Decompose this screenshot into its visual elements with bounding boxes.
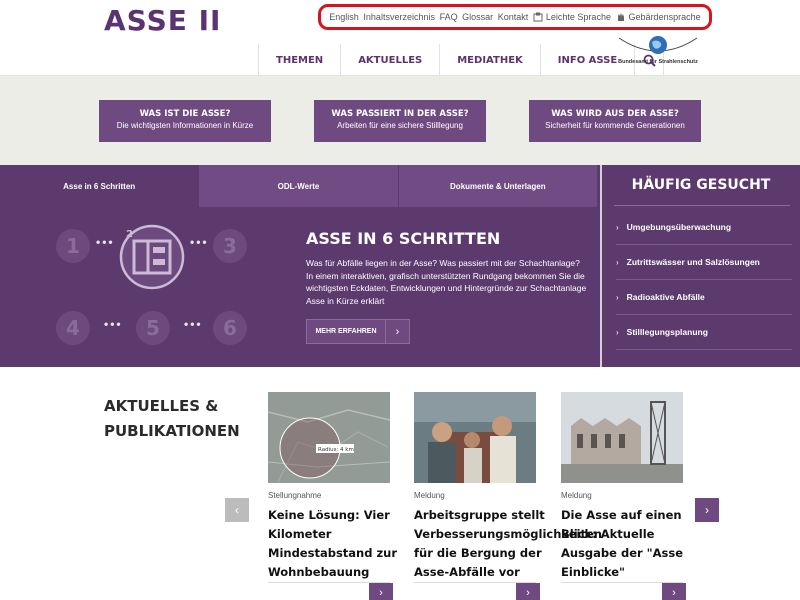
teaser-subtitle: Arbeiten für eine sichere Stilllegung: [337, 121, 463, 130]
news-title[interactable]: Keine Lösung: Vier Kilometer Mindestabst…: [268, 506, 414, 582]
mehr-erfahren-button[interactable]: MEHR ERFAHREN ›: [306, 319, 410, 344]
teaser-title: WAS WIRD AUS DER ASSE?: [551, 109, 679, 119]
bfs-logo[interactable]: Bundesamt für Strahlenschutz: [611, 34, 705, 70]
chevron-right-icon: ›: [616, 327, 619, 337]
step-6: 6: [213, 311, 247, 345]
step-dots: •••: [190, 235, 209, 249]
bfs-globe-icon: [618, 36, 698, 54]
service-navigation: English Inhaltsverzeichnis FAQ Glossar K…: [318, 4, 712, 30]
service-link-glossar[interactable]: Glossar: [462, 12, 493, 22]
teaser-was-wird-aus[interactable]: WAS WIRD AUS DER ASSE? Sicherheit für ko…: [529, 100, 701, 142]
teaser-title: WAS IST DIE ASSE?: [139, 109, 231, 119]
teaser-was-passiert[interactable]: WAS PASSIERT IN DER ASSE? Arbeiten für e…: [314, 100, 486, 142]
news-card[interactable]: Radius: 4 km Stellungnahme Keine Lösung:…: [268, 392, 397, 582]
news-category: Meldung: [414, 491, 445, 500]
tab-asse-in-6-schritten[interactable]: Asse in 6 Schritten: [0, 165, 200, 207]
steps-graphic[interactable]: 1 ••• 3 ••• 4 ••• 5 ••• 6 2: [52, 223, 252, 353]
nav-item-themen[interactable]: THEMEN: [258, 44, 340, 76]
six-steps-title: ASSE IN 6 SCHRITTEN: [306, 229, 501, 248]
service-link-english[interactable]: English: [329, 12, 359, 22]
easy-language-icon: [533, 12, 543, 22]
nav-item-aktuelles[interactable]: AKTUELLES: [340, 44, 439, 76]
step-4: 4: [56, 311, 90, 345]
step-2-highlight-icon: 2: [119, 224, 185, 290]
workers-photo: [414, 392, 536, 483]
feature-tabs: Asse in 6 Schritten ODL-Werte Dokumente …: [0, 165, 598, 207]
teaser-was-ist-die-asse[interactable]: WAS IST DIE ASSE? Die wichtigsten Inform…: [99, 100, 271, 142]
step-dots: •••: [104, 317, 123, 331]
news-card[interactable]: Meldung Die Asse auf einen Blick: Aktuel…: [561, 392, 683, 582]
frequently-searched-panel: HÄUFIG GESUCHT › Umgebungsüberwachung › Zu…: [600, 165, 800, 367]
teaser-title: WAS PASSIERT IN DER ASSE?: [331, 109, 469, 119]
service-link-inhaltsverzeichnis[interactable]: Inhaltsverzeichnis: [363, 12, 435, 22]
slider-next-button[interactable]: ›: [695, 498, 719, 522]
chevron-right-icon: ›: [385, 320, 409, 343]
frequent-link-stilllegungsplanung[interactable]: › Stilllegungsplanung: [616, 315, 792, 350]
step-dots: •••: [96, 235, 115, 249]
tab-dokumente[interactable]: Dokumente & Unterlagen: [398, 165, 598, 207]
service-link-leichte-sprache[interactable]: Leichte Sprache: [533, 12, 611, 22]
news-image-building[interactable]: [561, 392, 683, 483]
nav-item-mediathek[interactable]: MEDIATHEK: [439, 44, 540, 76]
tab-odl-werte[interactable]: ODL-Werte: [199, 165, 399, 207]
news-category: Meldung: [561, 491, 592, 500]
map-thumbnail: Radius: 4 km: [268, 392, 390, 483]
news-image-map[interactable]: Radius: 4 km: [268, 392, 390, 483]
frequent-link-radioaktive-abfaelle[interactable]: › Radioaktive Abfälle: [616, 280, 792, 315]
chevron-right-icon: ›: [616, 292, 619, 302]
news-category: Stellungnahme: [268, 491, 322, 500]
main-navigation: THEMEN AKTUELLES MEDIATHEK INFO ASSE: [258, 44, 665, 76]
site-header: ASSE II English Inhaltsverzeichnis FAQ G…: [0, 0, 800, 76]
news-card[interactable]: Meldung Arbeitsgruppe stellt Verbesserun…: [414, 392, 602, 582]
bfs-logo-text: Bundesamt für Strahlenschutz: [618, 59, 698, 65]
frequent-link-zutrittswaesser[interactable]: › Zutrittswässer und Salzlösungen: [616, 245, 792, 280]
chevron-right-icon: ›: [379, 587, 383, 599]
news-title[interactable]: Arbeitsgruppe stellt Verbesserungsmöglic…: [414, 506, 602, 582]
service-link-gebaerdensprache[interactable]: Gebärdensprache: [616, 12, 701, 22]
news-title[interactable]: Die Asse auf einen Blick: Aktuelle Ausga…: [561, 506, 707, 582]
divider: [614, 205, 790, 206]
step-1: 1: [56, 229, 90, 263]
news-more-button[interactable]: ›: [516, 583, 540, 600]
site-logo[interactable]: ASSE II: [104, 4, 221, 37]
step-dots: •••: [184, 317, 203, 331]
news-image-workers[interactable]: [414, 392, 536, 483]
chevron-right-icon: ›: [616, 222, 619, 232]
map-radius-label: Radius: 4 km: [318, 447, 354, 453]
chevron-right-icon: ›: [616, 257, 619, 267]
service-link-kontakt[interactable]: Kontakt: [498, 12, 529, 22]
chevron-right-icon: ›: [705, 503, 709, 517]
feature-section: Asse in 6 Schritten ODL-Werte Dokumente …: [0, 165, 800, 367]
six-steps-text: Was für Abfälle liegen in der Asse? Was …: [306, 258, 587, 306]
step-2-number: 2: [126, 229, 133, 240]
chevron-right-icon: ›: [526, 587, 530, 599]
chevron-right-icon: ›: [672, 587, 676, 599]
news-heading: AKTUELLES & PUBLIKATIONEN: [104, 397, 240, 440]
service-link-faq[interactable]: FAQ: [440, 12, 458, 22]
frequently-searched-title: HÄUFIG GESUCHT: [631, 177, 771, 193]
teaser-subtitle: Sicherheit für kommende Generationen: [545, 121, 685, 130]
teaser-subtitle: Die wichtigsten Informationen in Kürze: [116, 121, 254, 130]
sign-language-icon: [617, 13, 624, 21]
teaser-band: WAS IST DIE ASSE? Die wichtigsten Inform…: [0, 76, 800, 165]
step-5: 5: [136, 311, 170, 345]
button-label: MEHR ERFAHREN: [315, 328, 377, 335]
frequent-link-umgebungsueberwachung[interactable]: › Umgebungsüberwachung: [616, 210, 792, 245]
chevron-left-icon: ‹: [235, 503, 239, 517]
news-more-button[interactable]: ›: [369, 583, 393, 600]
slider-prev-button[interactable]: ‹: [225, 498, 249, 522]
building-photo: [561, 392, 683, 483]
step-3: 3: [213, 229, 247, 263]
news-more-button[interactable]: ›: [662, 583, 686, 600]
